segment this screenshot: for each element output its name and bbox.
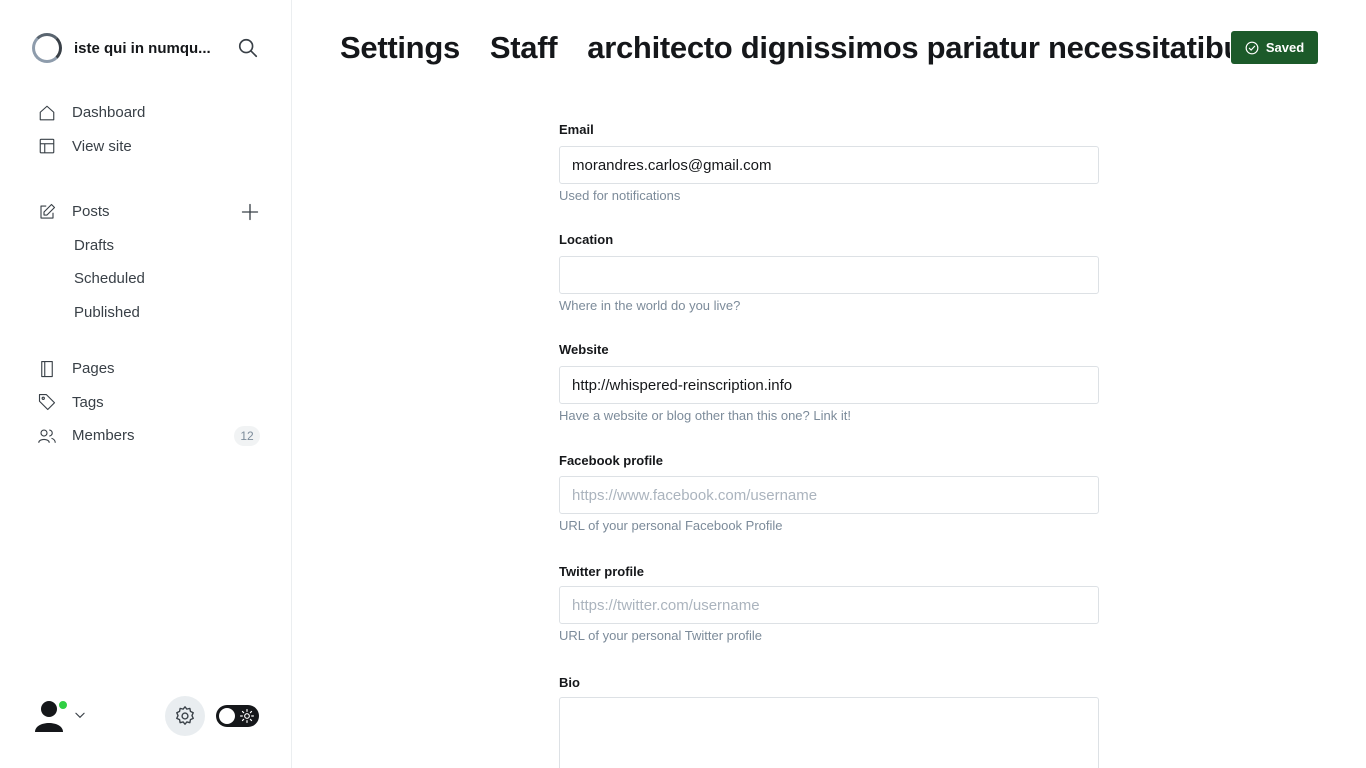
website-label: Website [559, 342, 609, 357]
nav-item-drafts[interactable]: Drafts [32, 229, 268, 263]
facebook-field[interactable] [559, 476, 1099, 514]
nav-item-pages[interactable]: Pages [32, 352, 268, 386]
email-hint: Used for notifications [559, 188, 681, 203]
saved-button-label: Saved [1265, 40, 1305, 55]
website-field-group: Website Have a website or blog other tha… [559, 340, 1099, 426]
nav-item-tags[interactable]: Tags [32, 386, 268, 420]
main-nav: Dashboard View site [32, 96, 268, 163]
location-field-group: Location Where in the world do you live? [559, 230, 1099, 316]
tag-icon [38, 393, 56, 411]
saved-button[interactable]: Saved [1231, 31, 1318, 64]
nav-label-members: Members [72, 427, 135, 445]
chevron-down-icon[interactable] [73, 708, 87, 722]
plus-icon[interactable] [240, 202, 260, 222]
search-icon[interactable] [237, 37, 259, 59]
nav-item-published[interactable]: Published [32, 296, 268, 330]
page-title: architecto dignissimos pariatur necessit… [587, 30, 1230, 65]
site-name: iste qui in numqu... [74, 39, 211, 57]
members-count-badge: 12 [234, 426, 260, 446]
bio-label: Bio [559, 675, 580, 690]
settings-button[interactable] [165, 696, 205, 736]
layout-icon [38, 137, 56, 155]
nav-label-pages: Pages [72, 360, 115, 378]
gear-icon [176, 706, 194, 725]
nav-label-tags: Tags [72, 393, 104, 411]
bio-field[interactable] [559, 697, 1099, 768]
website-hint: Have a website or blog other than this o… [559, 408, 851, 423]
email-field-group: Email Used for notifications [559, 120, 1099, 206]
website-field[interactable] [559, 366, 1099, 404]
nav-item-members[interactable]: Members 12 [32, 419, 268, 453]
nav-label-posts: Posts [72, 203, 110, 221]
nav-item-posts[interactable]: Posts [32, 195, 268, 229]
location-field[interactable] [559, 256, 1099, 294]
page-icon [38, 360, 56, 378]
nav-item-scheduled[interactable]: Scheduled [32, 262, 268, 296]
home-icon [38, 104, 56, 122]
twitter-label: Twitter profile [559, 564, 644, 579]
facebook-hint: URL of your personal Facebook Profile [559, 518, 783, 533]
bio-field-group: Bio [559, 673, 1099, 768]
brand-logo [32, 33, 62, 63]
twitter-field[interactable] [559, 586, 1099, 624]
edit-icon [38, 203, 56, 221]
members-icon [38, 427, 56, 445]
facebook-label: Facebook profile [559, 453, 664, 468]
nav-label-view-site: View site [72, 137, 132, 155]
sidebar: iste qui in numqu... Dashboard View site… [0, 0, 292, 768]
nav-item-view-site[interactable]: View site [32, 130, 268, 164]
breadcrumb: Settings Staff architecto dignissimos pa… [340, 26, 1230, 70]
email-label: Email [559, 122, 594, 137]
breadcrumb-staff[interactable]: Staff [490, 30, 558, 66]
nav-label-dashboard: Dashboard [72, 104, 146, 122]
email-field[interactable] [559, 146, 1099, 184]
twitter-hint: URL of your personal Twitter profile [559, 628, 763, 643]
posts-nav: Posts Drafts Scheduled Published [32, 195, 268, 329]
theme-toggle[interactable] [216, 705, 259, 727]
location-hint: Where in the world do you live? [559, 298, 741, 313]
content-nav: Pages Tags Members 12 [32, 352, 268, 453]
site-brand[interactable]: iste qui in numqu... [32, 32, 220, 64]
check-circle-icon [1245, 41, 1259, 54]
online-status-indicator [58, 700, 68, 710]
breadcrumb-settings[interactable]: Settings [340, 30, 460, 66]
facebook-field-group: Facebook profile URL of your personal Fa… [559, 451, 1099, 536]
theme-toggle-knob [219, 708, 235, 724]
twitter-field-group: Twitter profile URL of your personal Twi… [559, 562, 1099, 646]
sun-icon [240, 709, 254, 723]
nav-item-dashboard[interactable]: Dashboard [32, 96, 268, 130]
location-label: Location [559, 232, 614, 247]
